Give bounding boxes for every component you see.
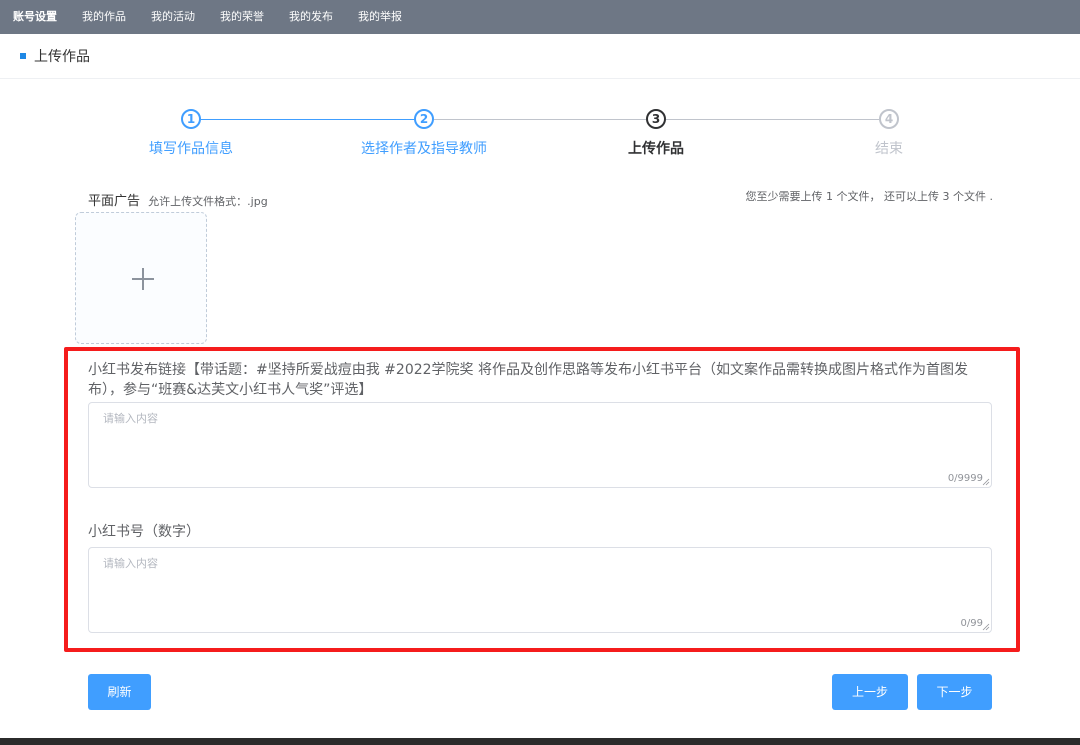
upload-format-hint: 允许上传文件格式：.jpg (148, 195, 268, 208)
prev-step-button[interactable]: 上一步 (832, 674, 908, 710)
step-2-label: 选择作者及指导教师 (361, 141, 487, 157)
top-nav: 账号设置 我的作品 我的活动 我的荣誉 我的发布 我的举报 (0, 0, 1080, 34)
upload-button[interactable] (75, 212, 207, 344)
upload-type-label: 平面广告 (88, 194, 141, 209)
step-2-icon: 2 (414, 109, 434, 129)
resize-handle-icon[interactable] (982, 478, 990, 486)
account-textarea[interactable] (89, 548, 991, 632)
step-3-label: 上传作品 (628, 141, 684, 157)
title-marker (20, 53, 26, 59)
step-3-icon: 3 (646, 109, 666, 129)
upload-count-text: 您至少需要上传 1 个文件， 还可以上传 3 个文件 . (745, 190, 993, 203)
page-title: 上传作品 (34, 49, 90, 65)
step-connector (434, 119, 646, 120)
page-header: 上传作品 (0, 34, 1080, 79)
step-1-label: 填写作品信息 (149, 141, 233, 157)
step-connector (200, 119, 415, 120)
nav-item-my-works[interactable]: 我的作品 (69, 0, 138, 34)
account-field-label: 小红书号（数字） (88, 524, 200, 540)
next-step-button[interactable]: 下一步 (917, 674, 992, 710)
step-4-icon: 4 (879, 109, 899, 129)
upload-label: 平面广告 允许上传文件格式：.jpg (88, 190, 268, 209)
link-char-counter: 0/9999 (947, 473, 983, 484)
account-char-counter: 0/99 (960, 618, 983, 629)
bottom-edge (0, 738, 1080, 745)
account-textarea-wrapper: 0/99 (88, 547, 992, 633)
link-textarea[interactable] (89, 403, 991, 487)
step-1-icon: 1 (181, 109, 201, 129)
steps-progress: 1 2 3 4 填写作品信息 选择作者及指导教师 上传作品 结束 (0, 100, 1080, 170)
link-textarea-wrapper: 0/9999 (88, 402, 992, 488)
nav-item-my-posts[interactable]: 我的发布 (276, 0, 345, 34)
nav-item-my-honors[interactable]: 我的荣誉 (207, 0, 276, 34)
nav-item-my-activities[interactable]: 我的活动 (138, 0, 207, 34)
step-4-label: 结束 (875, 141, 903, 157)
link-field-label: 小红书发布链接【带话题：#坚持所爱战痘由我 #2022学院奖 将作品及创作思路等… (88, 362, 968, 398)
refresh-button[interactable]: 刷新 (88, 674, 151, 710)
nav-item-my-reports[interactable]: 我的举报 (345, 0, 414, 34)
resize-handle-icon[interactable] (982, 623, 990, 631)
step-connector (666, 119, 879, 120)
plus-icon (132, 268, 154, 290)
nav-item-account-settings[interactable]: 账号设置 (0, 0, 69, 34)
